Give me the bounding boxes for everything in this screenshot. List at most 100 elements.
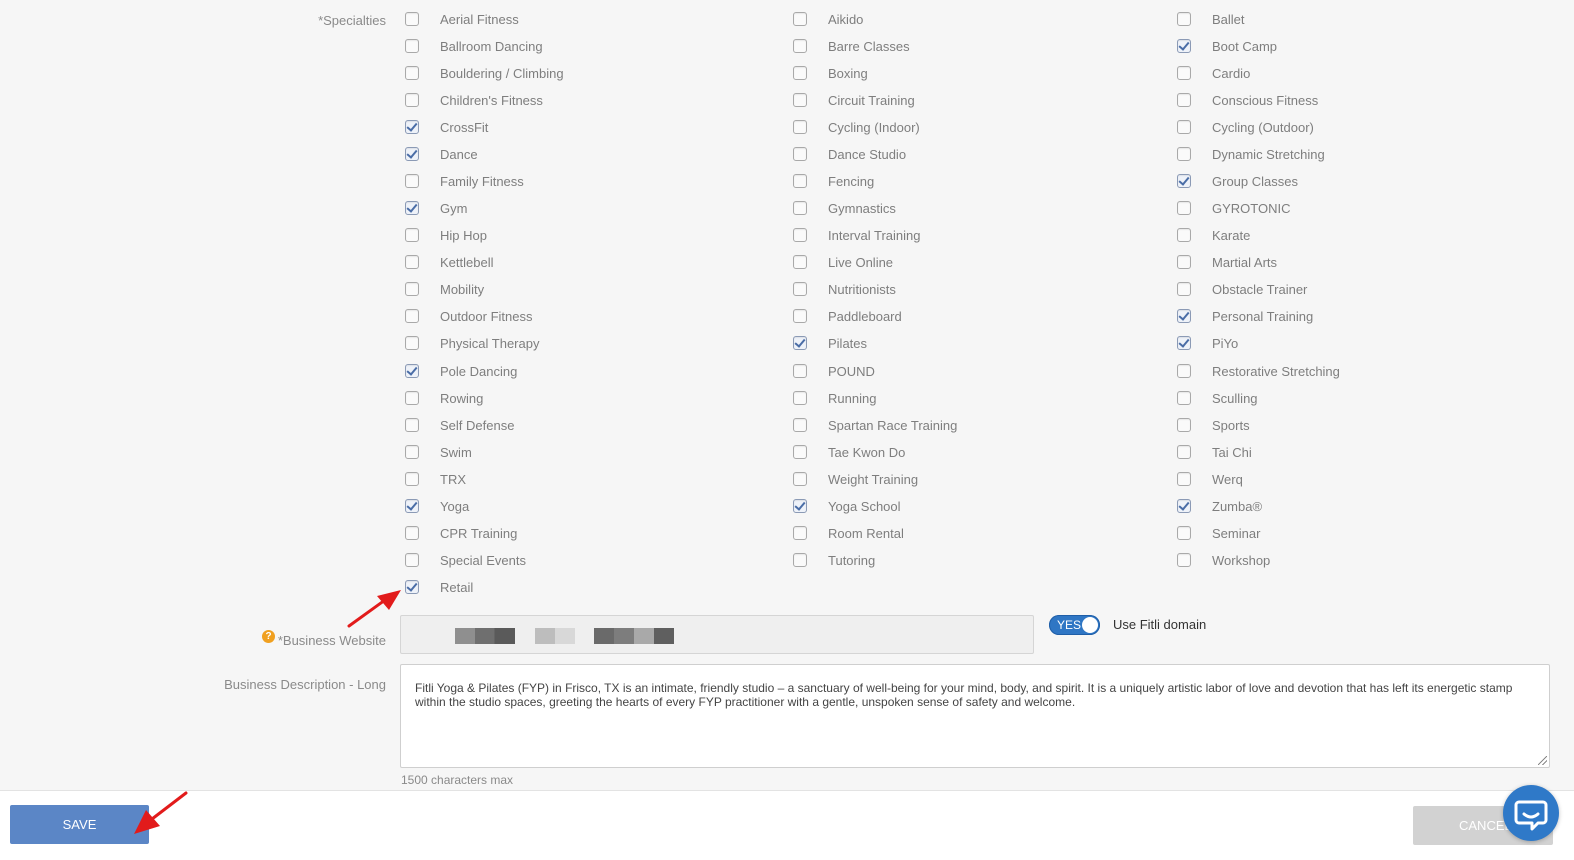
specialty-item[interactable]: Obstacle Trainer [1177, 278, 1307, 300]
specialty-item[interactable]: Hip Hop [405, 224, 487, 246]
specialty-checkbox[interactable] [793, 93, 807, 107]
specialty-item[interactable]: Weight Training [793, 468, 918, 490]
specialty-item[interactable]: Ballet [1177, 8, 1245, 30]
specialty-item[interactable]: Conscious Fitness [1177, 89, 1318, 111]
specialty-item[interactable]: Cycling (Outdoor) [1177, 116, 1314, 138]
specialty-item[interactable]: PiYo [1177, 332, 1238, 354]
specialty-item[interactable]: Boxing [793, 62, 868, 84]
specialty-checkbox[interactable] [793, 553, 807, 567]
specialty-checkbox[interactable] [1177, 418, 1191, 432]
specialty-checkbox[interactable] [793, 309, 807, 323]
specialty-checkbox[interactable] [793, 364, 807, 378]
specialty-item[interactable]: Cycling (Indoor) [793, 116, 920, 138]
specialty-item[interactable]: CrossFit [405, 116, 488, 138]
specialty-checkbox[interactable] [405, 580, 419, 594]
specialty-item[interactable]: Workshop [1177, 549, 1270, 571]
specialty-checkbox[interactable] [1177, 364, 1191, 378]
specialty-checkbox[interactable] [405, 499, 419, 513]
specialty-item[interactable]: Room Rental [793, 522, 904, 544]
specialty-item[interactable]: Physical Therapy [405, 332, 539, 354]
specialty-item[interactable]: Interval Training [793, 224, 921, 246]
specialty-checkbox[interactable] [1177, 336, 1191, 350]
specialty-item[interactable]: Tae Kwon Do [793, 441, 905, 463]
specialty-checkbox[interactable] [405, 255, 419, 269]
specialty-item[interactable]: Paddleboard [793, 305, 902, 327]
specialty-checkbox[interactable] [793, 120, 807, 134]
specialty-checkbox[interactable] [793, 174, 807, 188]
specialty-item[interactable]: Pilates [793, 332, 867, 354]
specialty-checkbox[interactable] [793, 66, 807, 80]
specialty-checkbox[interactable] [1177, 309, 1191, 323]
specialty-checkbox[interactable] [1177, 472, 1191, 486]
specialty-checkbox[interactable] [405, 174, 419, 188]
specialty-checkbox[interactable] [1177, 39, 1191, 53]
specialty-item[interactable]: Spartan Race Training [793, 414, 957, 436]
specialty-item[interactable]: Self Defense [405, 414, 514, 436]
specialty-checkbox[interactable] [1177, 391, 1191, 405]
specialty-item[interactable]: Kettlebell [405, 251, 493, 273]
specialty-item[interactable]: Restorative Stretching [1177, 360, 1340, 382]
specialty-item[interactable]: Sports [1177, 414, 1250, 436]
specialty-item[interactable]: Bouldering / Climbing [405, 62, 564, 84]
specialty-checkbox[interactable] [405, 472, 419, 486]
specialty-item[interactable]: Yoga [405, 495, 469, 517]
specialty-checkbox[interactable] [1177, 12, 1191, 26]
business-website-input[interactable] [400, 615, 1034, 654]
specialty-item[interactable]: POUND [793, 360, 875, 382]
specialty-item[interactable]: Pole Dancing [405, 360, 517, 382]
specialty-checkbox[interactable] [1177, 228, 1191, 242]
help-icon[interactable]: ? [262, 630, 275, 643]
specialty-checkbox[interactable] [793, 445, 807, 459]
specialty-item[interactable]: Nutritionists [793, 278, 896, 300]
specialty-checkbox[interactable] [1177, 120, 1191, 134]
specialty-checkbox[interactable] [1177, 66, 1191, 80]
specialty-checkbox[interactable] [1177, 255, 1191, 269]
specialty-item[interactable]: Special Events [405, 549, 526, 571]
specialty-checkbox[interactable] [405, 309, 419, 323]
specialty-item[interactable]: Tai Chi [1177, 441, 1252, 463]
specialty-checkbox[interactable] [405, 445, 419, 459]
specialty-item[interactable]: Barre Classes [793, 35, 910, 57]
specialty-checkbox[interactable] [1177, 499, 1191, 513]
resize-handle[interactable] [1538, 756, 1547, 765]
specialty-checkbox[interactable] [793, 472, 807, 486]
specialty-checkbox[interactable] [1177, 93, 1191, 107]
specialty-checkbox[interactable] [793, 147, 807, 161]
specialty-item[interactable]: Group Classes [1177, 170, 1298, 192]
specialty-checkbox[interactable] [405, 201, 419, 215]
specialty-item[interactable]: Aerial Fitness [405, 8, 519, 30]
specialty-item[interactable]: Running [793, 387, 876, 409]
specialty-checkbox[interactable] [1177, 526, 1191, 540]
specialty-checkbox[interactable] [793, 391, 807, 405]
specialty-item[interactable]: Gymnastics [793, 197, 896, 219]
chat-icon[interactable] [1503, 785, 1559, 841]
specialty-checkbox[interactable] [793, 282, 807, 296]
specialty-checkbox[interactable] [405, 12, 419, 26]
specialty-item[interactable]: Outdoor Fitness [405, 305, 533, 327]
specialty-item[interactable]: Circuit Training [793, 89, 915, 111]
specialty-checkbox[interactable] [1177, 445, 1191, 459]
specialty-checkbox[interactable] [405, 391, 419, 405]
specialty-item[interactable]: Personal Training [1177, 305, 1313, 327]
specialty-item[interactable]: CPR Training [405, 522, 517, 544]
specialty-item[interactable]: Retail [405, 576, 473, 598]
specialty-checkbox[interactable] [405, 282, 419, 296]
specialty-checkbox[interactable] [405, 66, 419, 80]
specialty-item[interactable]: Seminar [1177, 522, 1260, 544]
specialty-checkbox[interactable] [405, 553, 419, 567]
specialty-checkbox[interactable] [1177, 201, 1191, 215]
specialty-checkbox[interactable] [793, 39, 807, 53]
specialty-item[interactable]: Gym [405, 197, 467, 219]
specialty-checkbox[interactable] [405, 39, 419, 53]
use-domain-toggle[interactable]: YES [1049, 615, 1100, 635]
specialty-item[interactable]: Ballroom Dancing [405, 35, 543, 57]
specialty-item[interactable]: Karate [1177, 224, 1250, 246]
specialty-checkbox[interactable] [793, 201, 807, 215]
specialty-checkbox[interactable] [405, 364, 419, 378]
specialty-item[interactable]: GYROTONIC [1177, 197, 1291, 219]
save-button[interactable]: SAVE [10, 805, 149, 844]
specialty-checkbox[interactable] [1177, 282, 1191, 296]
specialty-checkbox[interactable] [405, 526, 419, 540]
specialty-item[interactable]: Rowing [405, 387, 483, 409]
specialty-checkbox[interactable] [793, 228, 807, 242]
